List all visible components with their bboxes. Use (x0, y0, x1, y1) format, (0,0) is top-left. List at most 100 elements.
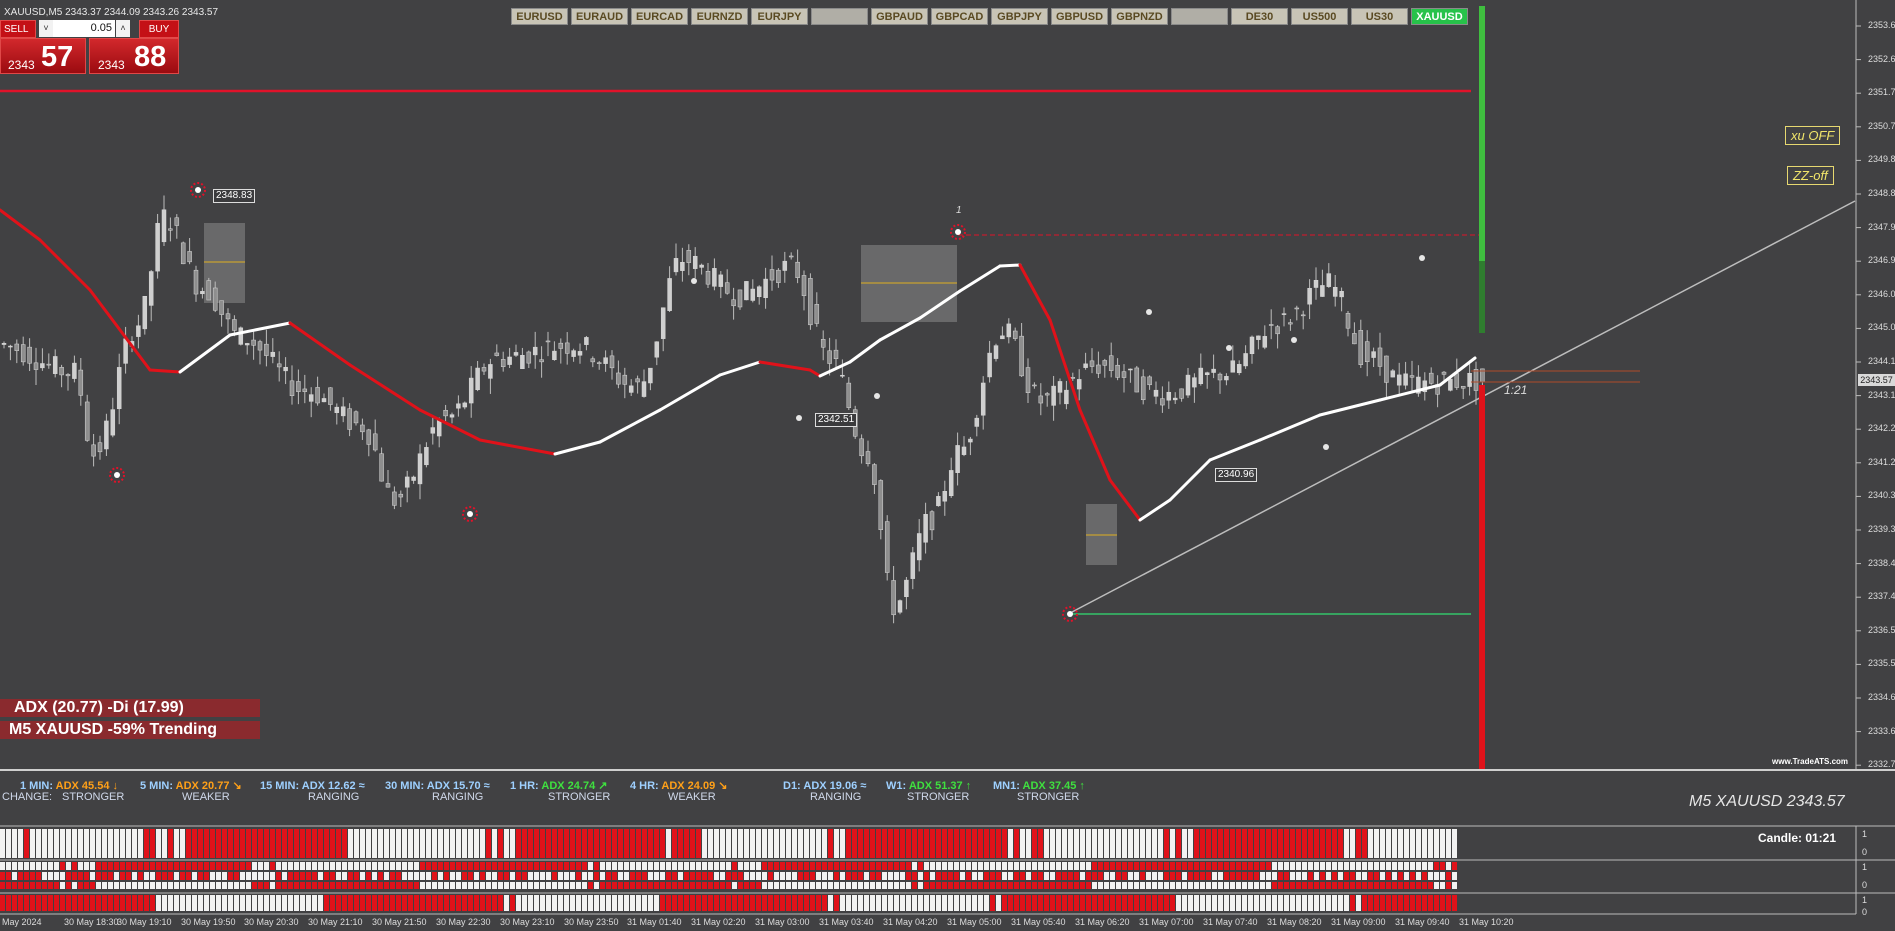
lot-increase-button[interactable]: ˄ (116, 20, 130, 37)
strip-cell (372, 872, 377, 880)
strip-cell (1248, 895, 1253, 911)
strip-cell (186, 895, 191, 911)
strip-cell (1206, 872, 1211, 880)
strip-cell (270, 872, 275, 880)
ma-segment (1078, 408, 1112, 482)
ma-segment (1208, 438, 1262, 462)
strip-cell (462, 829, 467, 858)
buy-price-box[interactable]: 2343 88 (89, 38, 179, 74)
strip-cell (6, 862, 11, 870)
candle-body (923, 514, 928, 543)
strip-cell (1044, 862, 1049, 870)
strip-cell (72, 829, 77, 858)
strip-cell (1026, 895, 1031, 911)
strip-cell (426, 872, 431, 880)
strip-cell (168, 872, 173, 880)
symbol-button-gbpnzd[interactable]: GBPNZD (1111, 8, 1168, 25)
strip-cell (1260, 829, 1265, 858)
strip-cell (42, 895, 47, 911)
buy-button[interactable]: BUY (139, 20, 179, 38)
symbol-button-de30[interactable]: DE30 (1231, 8, 1288, 25)
symbol-button-us500[interactable]: US500 (1291, 8, 1348, 25)
strip-cell (978, 882, 983, 889)
candle-body (308, 394, 314, 402)
price-tick-label: 2343.15 (1868, 389, 1895, 400)
strip-cell (156, 882, 161, 889)
strip-cell (204, 872, 209, 880)
strip-cell (552, 872, 557, 880)
countdown-label: 1:21 (1504, 383, 1528, 397)
symbol-button-gbpusd[interactable]: GBPUSD (1051, 8, 1108, 25)
symbol-button-empty[interactable] (811, 8, 868, 25)
candle-body (609, 355, 615, 369)
strip-cell (1290, 872, 1295, 880)
sell-price-box[interactable]: 2343 57 (0, 38, 86, 74)
strip-cell (474, 829, 479, 858)
strip-cell (1152, 882, 1157, 889)
strip-cell (558, 829, 563, 858)
symbol-button-eurnzd[interactable]: EURNZD (691, 8, 748, 25)
xu-toggle-button[interactable]: xu OFF (1785, 126, 1841, 145)
strip-cell (1344, 882, 1349, 889)
sell-button[interactable]: SELL (0, 20, 36, 38)
symbol-button-eurcad[interactable]: EURCAD (631, 8, 688, 25)
price-tick-label: 2341.25 (1868, 456, 1895, 467)
strip-cell (132, 862, 137, 870)
strip-cell (6, 872, 11, 880)
lot-decrease-button[interactable]: ˅ (39, 20, 53, 37)
strip-cell (300, 895, 305, 911)
strip-cell (1062, 862, 1067, 870)
strip-cell (1170, 882, 1175, 889)
symbol-button-gbpcad[interactable]: GBPCAD (931, 8, 988, 25)
strip-cell (252, 872, 257, 880)
strip-cell (678, 829, 683, 858)
strip-cell (534, 895, 539, 911)
strip-cell (246, 872, 251, 880)
strip-cell (144, 895, 149, 911)
symbol-button-us30[interactable]: US30 (1351, 8, 1408, 25)
strip-cell (942, 895, 947, 911)
symbol-button-gbpaud[interactable]: GBPAUD (871, 8, 928, 25)
strip-cell (1218, 895, 1223, 911)
strip-cell (318, 882, 323, 889)
strip-cell (1446, 862, 1451, 870)
strip-cell (516, 862, 521, 870)
strip-cell (48, 895, 53, 911)
symbol-button-empty[interactable] (1171, 8, 1228, 25)
strip-cell (954, 895, 959, 911)
symbol-button-xauusd[interactable]: XAUUSD (1411, 8, 1468, 25)
strip-cell (228, 895, 233, 911)
symbol-button-gbpjpy[interactable]: GBPJPY (991, 8, 1048, 25)
strip-cell (480, 829, 485, 858)
bear-strength-bar (1479, 385, 1485, 770)
strip-cell (1068, 872, 1073, 880)
strip-cell (936, 882, 941, 889)
strip-cell (0, 895, 5, 911)
strip-cell (756, 872, 761, 880)
strip-cell (1140, 895, 1145, 911)
strip-cell (210, 872, 215, 880)
strip-cell (1266, 882, 1271, 889)
symbol-button-eurusd[interactable]: EURUSD (511, 8, 568, 25)
candle-body (1070, 377, 1076, 379)
symbol-button-eurjpy[interactable]: EURJPY (751, 8, 808, 25)
lot-size-input[interactable]: 0.05 (53, 20, 115, 37)
strip-cell (24, 882, 29, 889)
strip-cell (1026, 882, 1031, 889)
strip-cell (504, 862, 509, 870)
strip-cell (786, 895, 791, 911)
strip-cell (1092, 895, 1097, 911)
candle-body (1384, 355, 1389, 383)
strip-cell (210, 895, 215, 911)
timeframe-state: RANGING (810, 791, 862, 803)
symbol-button-euraud[interactable]: EURAUD (571, 8, 628, 25)
candle-body (680, 261, 685, 271)
candle-body (577, 351, 583, 356)
strip-cell (996, 872, 1001, 880)
strip-cell (690, 862, 695, 870)
strip-cell (1140, 872, 1145, 880)
strip-cell (84, 872, 89, 880)
strip-cell (132, 829, 137, 858)
strip-cell (1248, 862, 1253, 870)
zigzag-toggle-button[interactable]: ZZ-off (1787, 166, 1834, 185)
